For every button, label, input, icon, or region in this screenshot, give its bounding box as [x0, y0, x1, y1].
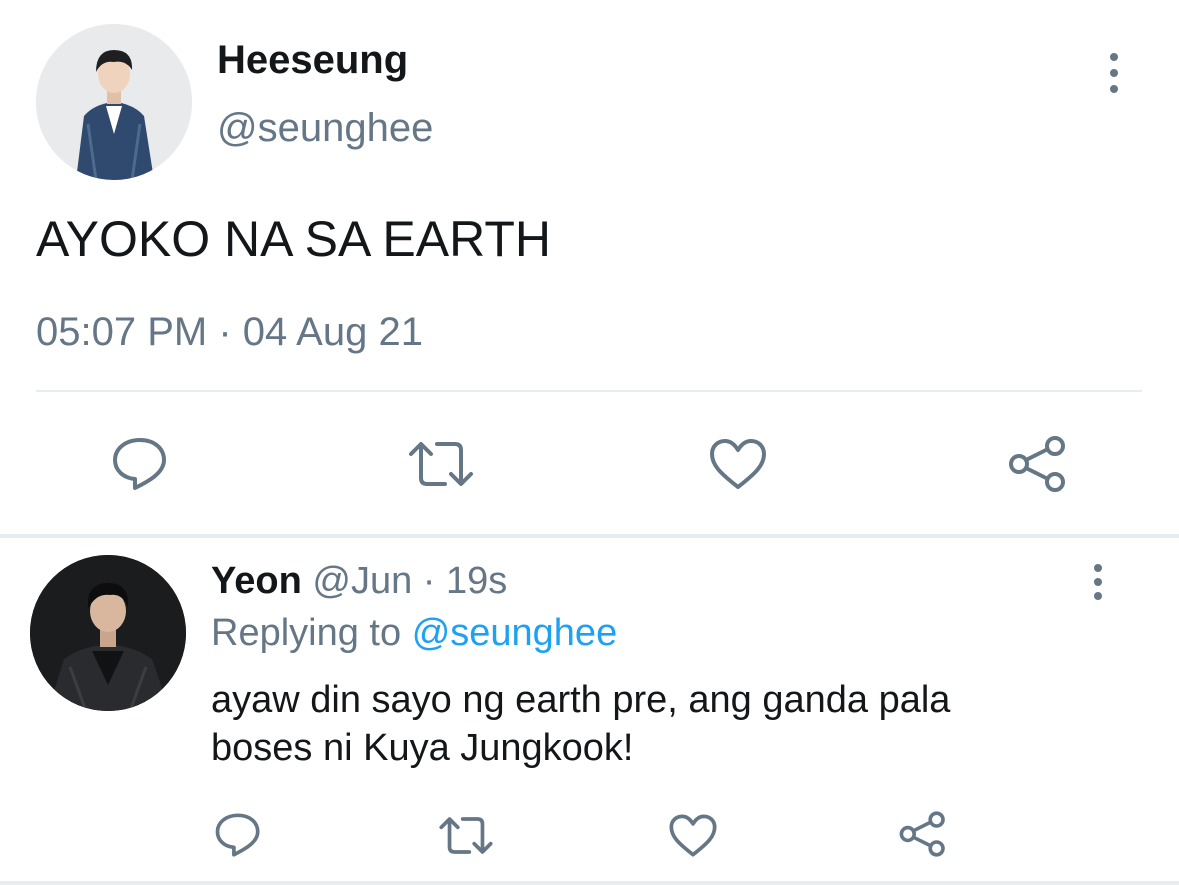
- more-dot: [1110, 85, 1118, 93]
- comment-bubble-icon: [215, 813, 260, 857]
- divider: [36, 390, 1142, 392]
- reply-header: Yeon @Jun · 19s: [211, 560, 507, 603]
- reply-retweet-button[interactable]: [436, 812, 496, 858]
- main-author-avatar[interactable]: [36, 24, 192, 180]
- main-tweet-text: AYOKO NA SA EARTH: [36, 211, 551, 267]
- more-dot: [1110, 69, 1118, 77]
- main-reply-button[interactable]: [108, 432, 172, 496]
- main-retweet-button[interactable]: [406, 436, 476, 492]
- reply-author-avatar[interactable]: [30, 555, 186, 711]
- more-dot: [1094, 578, 1102, 586]
- reply-text-line: boses ni Kuya Jungkook!: [211, 727, 634, 769]
- main-author-handle[interactable]: @seunghee: [217, 106, 433, 151]
- bottom-divider: [0, 881, 1179, 885]
- reply-author-meta: @Jun · 19s: [312, 560, 508, 602]
- replying-to-label: Replying to: [211, 612, 402, 654]
- share-icon: [1009, 436, 1065, 492]
- main-author-name[interactable]: Heeseung: [217, 38, 408, 83]
- main-like-button[interactable]: [706, 434, 770, 494]
- reply-reply-button[interactable]: [212, 810, 264, 860]
- replying-to: Replying to @seunghee: [211, 612, 617, 655]
- more-dot: [1094, 592, 1102, 600]
- reply-text: ayaw din sayo ng earth pre, ang ganda pa…: [211, 676, 1111, 772]
- main-share-button[interactable]: [1006, 434, 1070, 494]
- section-divider: [0, 534, 1179, 538]
- heart-icon: [710, 439, 766, 489]
- reply-author-name[interactable]: Yeon: [211, 560, 302, 602]
- share-icon: [899, 811, 945, 857]
- retweet-icon: [439, 816, 493, 854]
- main-tweet-more-button[interactable]: [1104, 53, 1124, 93]
- reply-like-button[interactable]: [666, 810, 720, 860]
- more-vertical-icon: [1110, 53, 1118, 61]
- comment-bubble-icon: [113, 438, 166, 490]
- replying-to-mention[interactable]: @seunghee: [412, 612, 618, 654]
- reply-text-line: ayaw din sayo ng earth pre, ang ganda pa…: [211, 679, 951, 721]
- reply-share-button[interactable]: [896, 808, 950, 860]
- main-tweet-timestamp: 05:07 PM · 04 Aug 21: [36, 310, 423, 354]
- reply-more-button[interactable]: [1088, 564, 1108, 600]
- heart-icon: [669, 813, 717, 857]
- more-vertical-icon: [1094, 564, 1102, 572]
- retweet-icon: [409, 442, 473, 486]
- tweet-detail-screen: Heeseung @seunghee AYOKO NA SA EARTH 05:…: [0, 0, 1179, 885]
